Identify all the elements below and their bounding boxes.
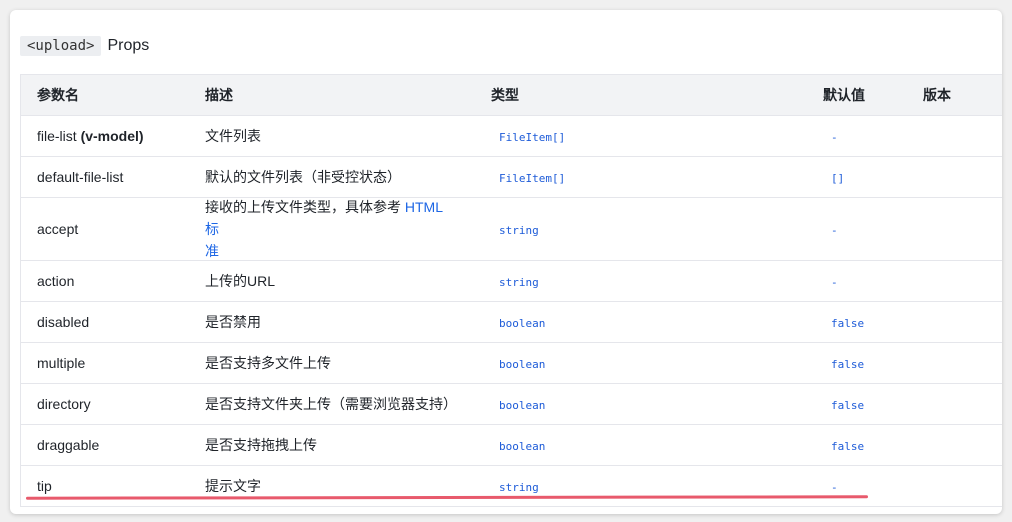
param-description: 上传的URL (205, 273, 276, 289)
param-default-code: [] (831, 172, 845, 185)
param-default-code: - (831, 224, 838, 237)
param-default-code: false (831, 399, 865, 412)
param-name: draggable (37, 437, 100, 453)
param-default-code: - (831, 131, 838, 144)
param-name-suffix: (v-model) (80, 128, 144, 144)
param-description: 是否支持拖拽上传 (205, 437, 317, 453)
param-type: string (475, 478, 807, 494)
table-header-row: 参数名 描述 类型 默认值 版本 (21, 75, 1002, 116)
param-type: FileItem[] (475, 169, 807, 185)
param-name: directory (37, 396, 91, 412)
param-type: string (475, 221, 807, 237)
param-name-text: file-list (37, 128, 77, 144)
param-default-code: false (831, 358, 865, 371)
table-row: draggable 是否支持拖拽上传 boolean false (21, 425, 1002, 466)
header-param-name: 参数名 (37, 87, 79, 103)
param-type-code: string (499, 276, 539, 289)
param-type-code: boolean (499, 440, 546, 453)
param-default-code: - (831, 481, 838, 494)
param-default: - (807, 128, 907, 144)
param-name: action (37, 273, 75, 289)
param-description: 是否支持多文件上传 (205, 355, 331, 371)
props-card: <upload> Props 参数名 描述 类型 默认值 版本 file-lis… (10, 10, 1002, 514)
param-description: 提示文字 (205, 478, 261, 494)
props-table: 参数名 描述 类型 默认值 版本 file-list (v-model) 文件列… (20, 74, 1002, 507)
param-name: file-list (v-model) (21, 128, 189, 144)
param-type: boolean (475, 396, 807, 412)
header-default: 默认值 (823, 87, 865, 103)
component-tag: <upload> (20, 36, 102, 56)
param-type-code: boolean (499, 317, 546, 330)
param-description: 文件列表 (205, 128, 261, 144)
section-heading: <upload> Props (20, 34, 149, 58)
param-type: boolean (475, 437, 807, 453)
param-default-code: false (831, 317, 865, 330)
param-type: string (475, 273, 807, 289)
table-row: file-list (v-model) 文件列表 FileItem[] - (21, 116, 1002, 157)
param-name: default-file-list (37, 169, 124, 185)
param-name: tip (37, 478, 52, 494)
param-default: - (807, 221, 907, 237)
param-type-code: FileItem[] (499, 131, 566, 144)
param-default-code: - (831, 276, 838, 289)
table-row: disabled 是否禁用 boolean false (21, 302, 1002, 343)
table-row: multiple 是否支持多文件上传 boolean false (21, 343, 1002, 384)
param-type: boolean (475, 355, 807, 371)
param-name: accept (37, 221, 79, 237)
param-name: multiple (37, 355, 86, 371)
param-default: false (807, 396, 907, 412)
param-type-code: FileItem[] (499, 172, 566, 185)
param-description: 是否支持文件夹上传（需要浏览器支持） (205, 396, 457, 412)
param-default: - (807, 273, 907, 289)
param-type-code: boolean (499, 399, 546, 412)
table-row: tip 提示文字 string - (21, 466, 1002, 507)
param-description: 是否禁用 (205, 314, 261, 330)
param-default: [] (807, 169, 907, 185)
param-default: false (807, 355, 907, 371)
param-description: 默认的文件列表（非受控状态） (205, 169, 401, 185)
html-standard-link-tail[interactable]: 准 (205, 243, 219, 259)
section-title: Props (107, 37, 150, 54)
table-row: default-file-list 默认的文件列表（非受控状态） FileIte… (21, 157, 1002, 198)
table-row: directory 是否支持文件夹上传（需要浏览器支持） boolean fal… (21, 384, 1002, 425)
param-default: - (807, 478, 907, 494)
param-type: FileItem[] (475, 128, 807, 144)
param-type-code: boolean (499, 358, 546, 371)
param-description: 接收的上传文件类型，具体参考 HTML标准 (189, 196, 475, 262)
param-default-code: false (831, 440, 865, 453)
param-type-code: string (499, 481, 539, 494)
header-description: 描述 (205, 87, 233, 103)
param-type-code: string (499, 224, 539, 237)
param-default: false (807, 314, 907, 330)
param-default: false (807, 437, 907, 453)
param-description-text: 接收的上传文件类型，具体参考 (205, 199, 405, 215)
table-row: action 上传的URL string - (21, 261, 1002, 302)
header-type: 类型 (491, 87, 519, 103)
table-row: accept 接收的上传文件类型，具体参考 HTML标准 string - (21, 198, 1002, 261)
param-type: boolean (475, 314, 807, 330)
param-name: disabled (37, 314, 90, 330)
header-version: 版本 (923, 87, 951, 103)
